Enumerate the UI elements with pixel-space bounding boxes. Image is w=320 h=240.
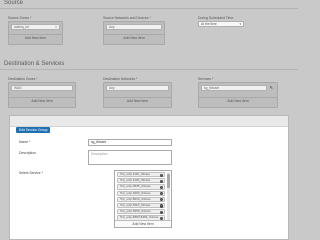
pill-label: Any <box>109 25 115 29</box>
service-item-label: Tcp_udp-5110_tblcare <box>120 202 151 207</box>
schedule-field: During Scheduled Time At the time ▾ <box>198 16 244 27</box>
pill-label: adsinq_int <box>14 25 30 29</box>
remove-circle-icon[interactable]: − <box>159 204 163 208</box>
name-input[interactable]: sg_tblcare <box>88 139 172 146</box>
remove-circle-icon[interactable]: − <box>159 173 163 177</box>
service-item-label: Tcp_udp-1110_tblcare <box>120 172 151 176</box>
source-zones-label: Source Zones * <box>8 16 32 20</box>
service-item-label: Tcp_udp-5350_tblcare <box>120 209 151 214</box>
services-label: Services * <box>198 77 214 81</box>
service-list-item[interactable]: Tcp_udp-1110_tblcare − <box>117 172 165 178</box>
select-service-box[interactable]: Tcp_udp-1110_tblcare − Tcp_udp-1120_tblcar… <box>114 170 172 228</box>
service-list-item[interactable]: Tcp_udp-4000_tblcare − <box>117 190 165 196</box>
services-field: Services * sg_tblcare ✎ Add New Item <box>198 77 278 108</box>
service-item-label: Tcp_udp-8383-8384_tblcare <box>120 215 159 220</box>
source-zone-pill[interactable]: adsinq_int × <box>11 24 60 30</box>
description-input[interactable]: Description <box>88 150 172 165</box>
service-item-label: Tcp_udp-1120_tblcare <box>120 178 151 183</box>
add-new-item-button[interactable]: Add New Item <box>104 97 171 105</box>
panel-header: Edit Service Group <box>10 116 288 133</box>
service-list: Tcp_udp-1110_tblcare − Tcp_udp-1120_tblcar… <box>115 171 167 221</box>
source-zones-box[interactable]: adsinq_int × Add New Item <box>8 21 63 45</box>
schedule-label: During Scheduled Time <box>198 16 234 20</box>
chevron-down-icon: ▾ <box>239 22 241 26</box>
service-item-label: Tcp_udp-3535_tblcare <box>120 184 151 189</box>
service-list-item[interactable]: Tcp_udp-5010_tblcare − <box>117 196 165 202</box>
remove-circle-icon[interactable]: − <box>159 192 163 196</box>
dest-zones-label: Destination Zones * <box>8 77 38 81</box>
service-item-label: Tcp_udp-5010_tblcare <box>120 196 151 201</box>
remove-circle-icon[interactable]: − <box>159 198 163 202</box>
source-networks-box[interactable]: Any Add New Item <box>103 21 165 45</box>
source-network-pill[interactable]: Any <box>106 24 162 30</box>
divider <box>0 8 298 9</box>
pencil-icon[interactable]: ✎ <box>270 85 273 90</box>
remove-circle-icon[interactable]: − <box>159 179 163 183</box>
name-label: Name * <box>19 140 31 144</box>
divider <box>0 69 298 70</box>
dest-networks-label: Destination Networks * <box>103 77 138 81</box>
add-new-item-button[interactable]: Add New Item <box>9 97 75 105</box>
tab-edit-service-group[interactable]: Edit Service Group <box>16 127 51 133</box>
select-service-label: Select Service * <box>19 171 43 175</box>
add-new-item-button[interactable]: Add New Item <box>104 34 164 42</box>
remove-icon[interactable]: × <box>55 25 57 30</box>
service-pill[interactable]: sg_tblcare <box>201 85 267 91</box>
source-zones-field: Source Zones * adsinq_int × Add New Item <box>8 16 63 45</box>
pill-label: sg_tblcare <box>204 86 220 90</box>
add-new-item-button[interactable]: Add New Item <box>115 220 171 227</box>
pill-label: Any <box>109 86 115 90</box>
service-list-item[interactable]: Tcp_udp-3535_tblcare − <box>117 184 165 190</box>
dest-network-pill[interactable]: Any <box>106 85 169 91</box>
dest-zones-field: Destination Zones * WAN Add New Item <box>8 77 76 108</box>
dest-zone-pill[interactable]: WAN <box>11 85 73 91</box>
dest-networks-field: Destination Networks * Any Add New Item <box>103 77 172 108</box>
source-section-title: Source <box>4 0 24 6</box>
schedule-select[interactable]: At the time ▾ <box>198 21 244 27</box>
dest-zones-box[interactable]: WAN Add New Item <box>8 82 76 108</box>
source-networks-field: Source Networks and Devices * Any Add Ne… <box>103 16 165 45</box>
service-list-item[interactable]: Tcp_udp-1120_tblcare − <box>117 178 165 184</box>
destination-section-title: Destination & Services <box>4 61 65 67</box>
add-new-item-button[interactable]: Add New Item <box>199 97 277 105</box>
service-item-label: Tcp_udp-4000_tblcare <box>120 190 151 195</box>
scrollbar[interactable] <box>167 172 170 220</box>
remove-circle-icon[interactable]: − <box>159 185 163 190</box>
scrollbar-thumb[interactable] <box>167 174 170 188</box>
schedule-value: At the time <box>201 22 217 26</box>
add-new-item-button[interactable]: Add New Item <box>9 34 62 42</box>
service-list-item[interactable]: Tcp_udp-5110_tblcare − <box>117 202 165 209</box>
dest-networks-box[interactable]: Any Add New Item <box>103 82 172 108</box>
remove-circle-icon[interactable]: − <box>159 210 163 214</box>
service-list-item[interactable]: Tcp_udp-5350_tblcare − <box>117 209 165 215</box>
pill-label: WAN <box>14 86 22 90</box>
source-networks-label: Source Networks and Devices * <box>103 16 151 20</box>
description-label: Description <box>19 151 36 155</box>
services-box[interactable]: sg_tblcare ✎ Add New Item <box>198 82 278 108</box>
